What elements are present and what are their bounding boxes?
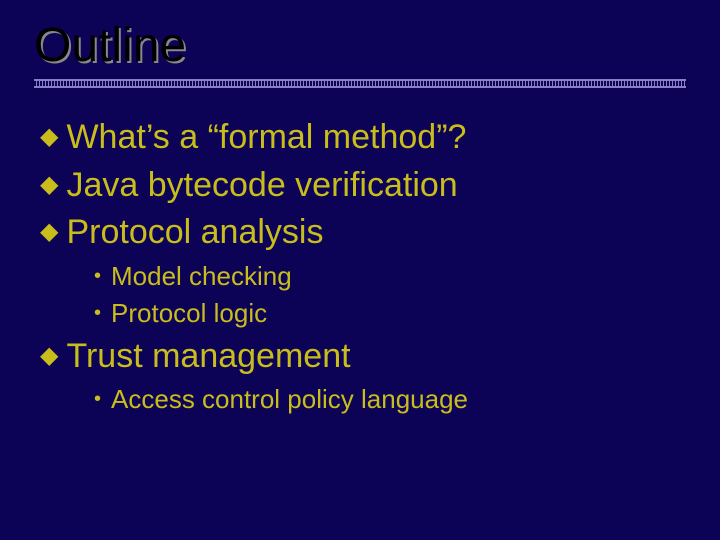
bullet-list: ◆ What’s a “formal method”? ◆ Java bytec… (40, 116, 686, 417)
diamond-bullet-icon: ◆ (40, 170, 58, 201)
list-item: • Model checking (94, 259, 686, 294)
diamond-bullet-icon: ◆ (40, 217, 58, 248)
list-item-text: Java bytecode verification (66, 164, 457, 208)
diamond-bullet-icon: ◆ (40, 341, 58, 372)
dot-bullet-icon: • (94, 263, 101, 290)
list-item: • Access control policy language (94, 382, 686, 417)
list-item-text: Access control policy language (111, 382, 468, 417)
slide-title: Outline (34, 18, 686, 73)
list-item: ◆ Java bytecode verification (40, 164, 686, 208)
list-item-text: What’s a “formal method”? (66, 116, 466, 160)
list-item-text: Trust management (66, 335, 350, 379)
list-item: • Protocol logic (94, 296, 686, 331)
slide: Outline ◆ What’s a “formal method”? ◆ Ja… (0, 0, 720, 417)
dot-bullet-icon: • (94, 386, 101, 413)
title-underline (34, 79, 686, 88)
list-item-text: Protocol logic (111, 296, 267, 331)
list-item: ◆ Protocol analysis (40, 211, 686, 255)
list-item: ◆ What’s a “formal method”? (40, 116, 686, 160)
list-item: ◆ Trust management (40, 335, 686, 379)
diamond-bullet-icon: ◆ (40, 122, 58, 153)
dot-bullet-icon: • (94, 300, 101, 327)
list-item-text: Protocol analysis (66, 211, 323, 255)
list-item-text: Model checking (111, 259, 292, 294)
